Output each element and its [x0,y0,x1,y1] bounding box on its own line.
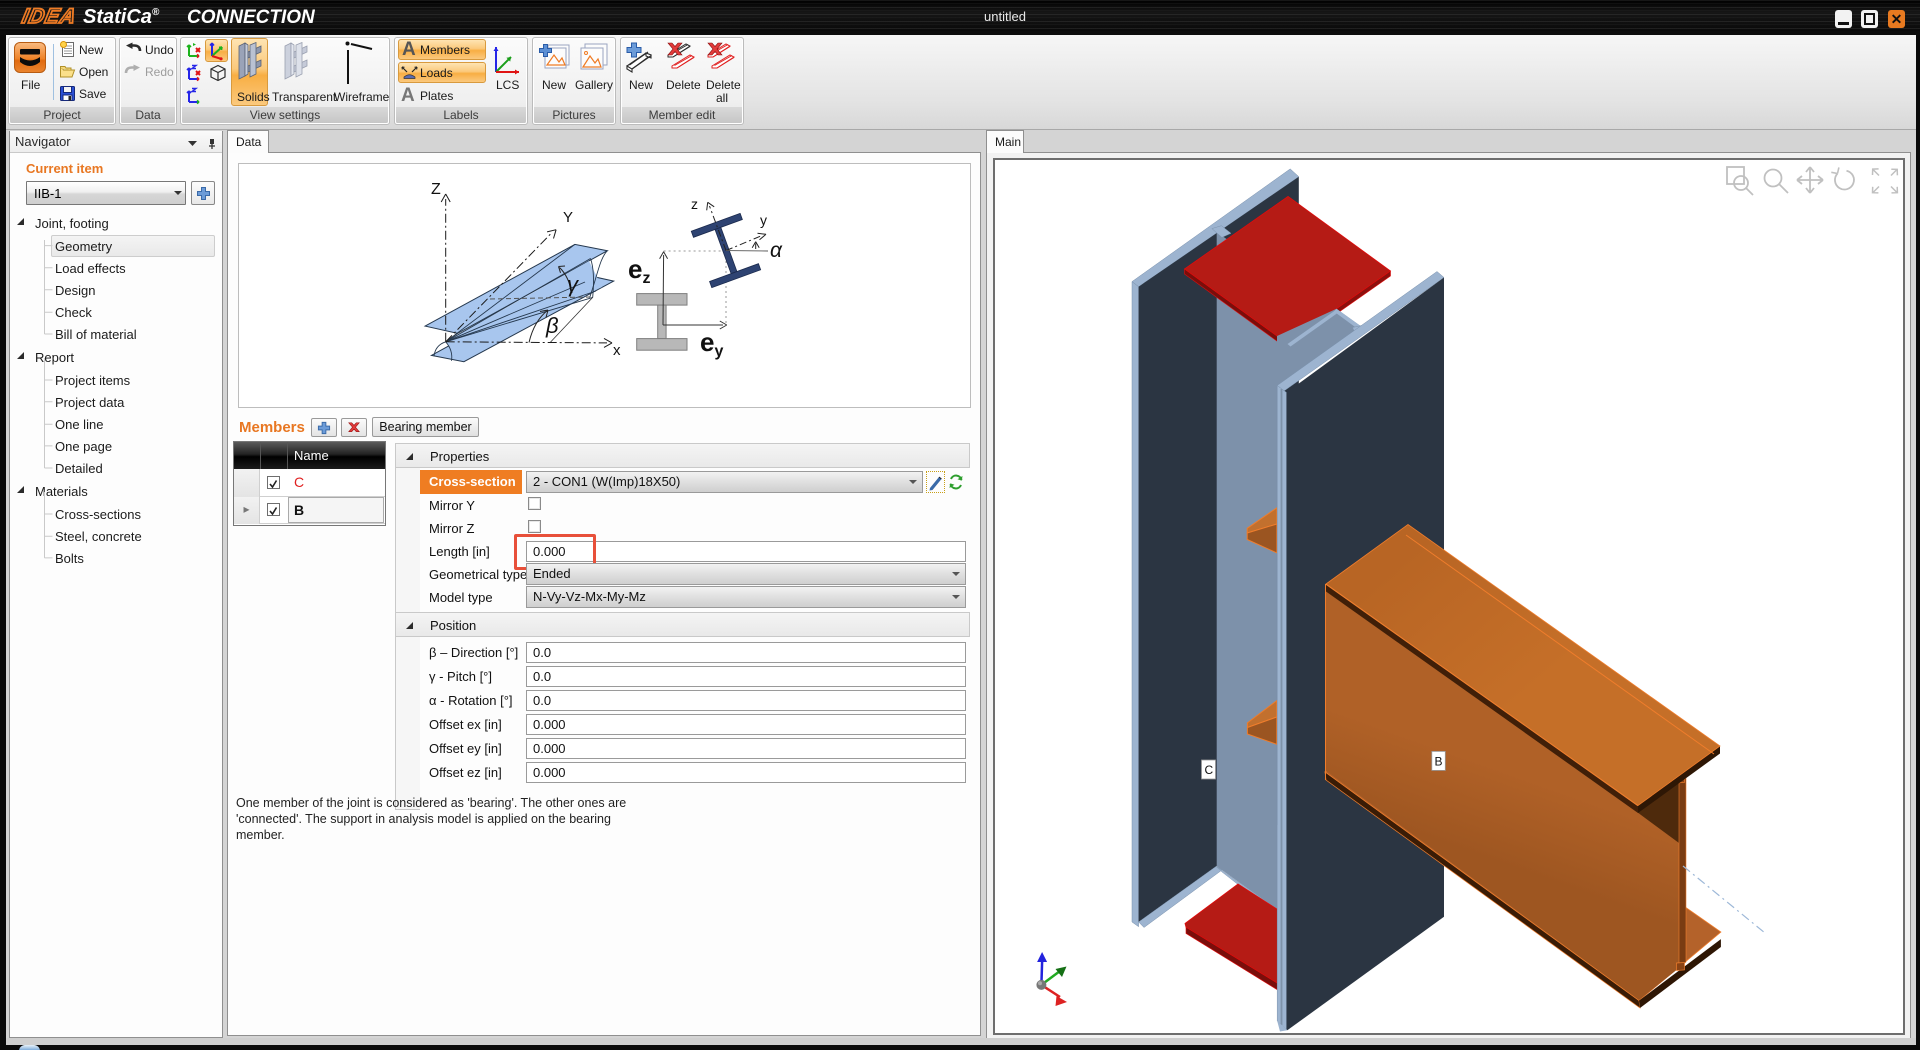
svg-text:Y: Y [563,209,573,226]
svg-text:β: β [545,313,559,338]
svg-text:z: z [691,196,698,212]
svg-text:x: x [613,342,621,359]
svg-text:B: B [1435,755,1443,769]
svg-text:C: C [1205,763,1214,777]
svg-text:ez: ez [628,254,650,287]
svg-text:ey: ey [700,327,723,360]
svg-text:Z: Z [431,181,441,198]
svg-text:IDEA: IDEA [20,5,79,28]
svg-text:α: α [770,239,783,262]
svg-text:y: y [760,212,767,228]
